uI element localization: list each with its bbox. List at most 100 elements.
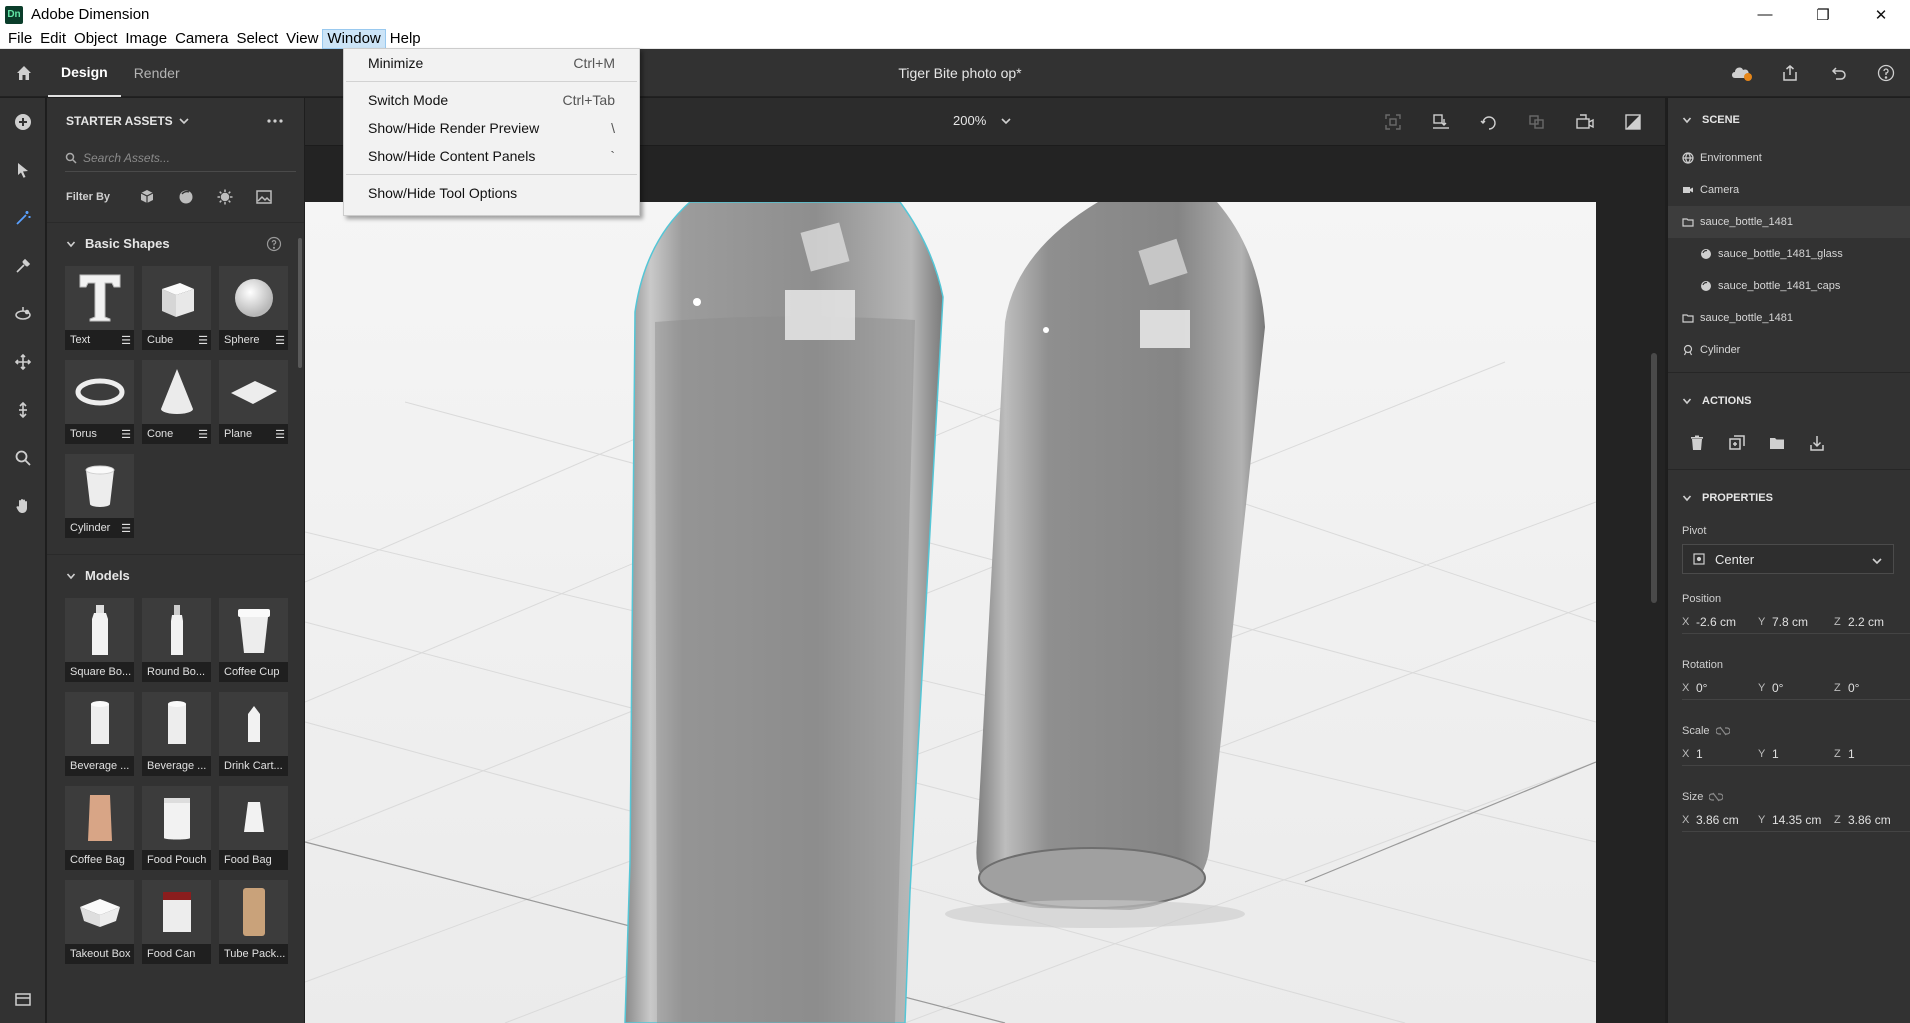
menu-item-render-preview[interactable]: Show/Hide Render Preview \ [344,114,639,142]
sliders-icon[interactable]: ☰ [198,428,208,441]
unlink-icon[interactable] [1715,726,1730,736]
asset-tile-food-pouch[interactable]: Food Pouch [142,786,211,870]
trash-icon[interactable] [1688,434,1706,452]
asset-tile-beverage-1[interactable]: Beverage ... [65,692,134,776]
material-filter-icon[interactable] [177,188,195,206]
dolly-tool[interactable] [0,386,46,434]
export-icon[interactable] [1808,434,1826,452]
minimize-window-button[interactable]: — [1736,0,1794,29]
sliders-icon[interactable]: ☰ [198,334,208,347]
magic-wand-tool[interactable] [0,194,46,242]
asset-tile-plane[interactable]: Plane ☰ [219,360,288,444]
unlink-icon[interactable] [1709,792,1724,802]
group-button[interactable] [1513,98,1561,146]
scale-y-field[interactable]: Y1 [1758,742,1834,766]
asset-tile-beverage-2[interactable]: Beverage ... [142,692,211,776]
image-filter-icon[interactable] [255,188,273,206]
scene-item-group-2[interactable]: sauce_bottle_1481 [1668,302,1910,334]
asset-tile-text[interactable]: Text ☰ [65,266,134,350]
scene-item-caps[interactable]: sauce_bottle_1481_caps [1668,270,1910,302]
pan-tool[interactable] [0,338,46,386]
more-options-icon[interactable] [266,112,284,130]
position-z-field[interactable]: Z 2.2 cm [1834,610,1910,634]
menu-item-minimize[interactable]: Minimize Ctrl+M [344,49,639,77]
cloud-sync-button[interactable] [1718,49,1766,97]
group-folder-icon[interactable] [1768,434,1786,452]
close-window-button[interactable]: ✕ [1852,0,1910,29]
menu-select[interactable]: Select [232,29,282,49]
help-button[interactable] [1862,49,1910,97]
sample-tool[interactable] [0,242,46,290]
menu-image[interactable]: Image [121,29,171,49]
asset-tile-tube-pack[interactable]: Tube Pack... [219,880,288,964]
share-button[interactable] [1766,49,1814,97]
sliders-icon[interactable]: ☰ [121,428,131,441]
menu-item-tool-options[interactable]: Show/Hide Tool Options [344,179,639,207]
hand-tool[interactable] [0,482,46,530]
models-section-header[interactable]: Models [47,554,304,596]
size-z-field[interactable]: Z 3.86 cm [1834,808,1910,832]
rotation-z-field[interactable]: Z 0° [1834,676,1910,700]
render-preview-button[interactable] [1609,98,1657,146]
orbit-tool[interactable] [0,290,46,338]
assets-header[interactable]: STARTER ASSETS [47,98,304,144]
asset-tile-drink-carton[interactable]: Drink Cart... [219,692,288,776]
help-icon[interactable] [266,236,282,252]
asset-tile-takeout-box[interactable]: Takeout Box [65,880,134,964]
asset-tile-cube[interactable]: Cube ☰ [142,266,211,350]
pivot-select[interactable]: Center [1682,544,1894,574]
light-filter-icon[interactable] [216,188,234,206]
zoom-tool[interactable] [0,434,46,482]
asset-tile-food-bag[interactable]: Food Bag [219,786,288,870]
tab-design[interactable]: Design [48,49,121,97]
position-y-field[interactable]: Y 7.8 cm [1758,610,1834,634]
menu-file[interactable]: File [4,29,36,49]
scene-section-header[interactable]: SCENE [1668,98,1910,142]
size-x-field[interactable]: X 3.86 cm [1682,808,1758,832]
scale-z-field[interactable]: Z1 [1834,742,1910,766]
properties-section-header[interactable]: PROPERTIES [1668,476,1910,520]
menu-help[interactable]: Help [386,29,425,49]
assets-scrollbar[interactable] [298,238,302,368]
scene-item-cylinder[interactable]: Cylinder [1668,334,1910,366]
asset-tile-sphere[interactable]: Sphere ☰ [219,266,288,350]
asset-tile-cone[interactable]: Cone ☰ [142,360,211,444]
scene-item-glass[interactable]: sauce_bottle_1481_glass [1668,238,1910,270]
viewport-scrollbar[interactable] [1651,353,1657,603]
rotation-y-field[interactable]: Y 0° [1758,676,1834,700]
scene-item-camera[interactable]: Camera [1668,174,1910,206]
sliders-icon[interactable]: ☰ [275,334,285,347]
scale-x-field[interactable]: X1 [1682,742,1758,766]
scene-item-group-1[interactable]: sauce_bottle_1481 [1668,206,1910,238]
frame-selection-button[interactable] [1369,98,1417,146]
menu-edit[interactable]: Edit [36,29,70,49]
select-tool[interactable] [0,146,46,194]
asset-tile-coffee-cup[interactable]: Coffee Cup [219,598,288,682]
asset-tile-food-can[interactable]: Food Can [142,880,211,964]
actions-section-header[interactable]: ACTIONS [1668,379,1910,423]
sliders-icon[interactable]: ☰ [121,334,131,347]
add-tool[interactable] [0,98,46,146]
collapse-panels-button[interactable] [0,975,46,1023]
sliders-icon[interactable]: ☰ [121,522,131,535]
basic-shapes-section-header[interactable]: Basic Shapes [47,222,304,264]
asset-tile-torus[interactable]: Torus ☰ [65,360,134,444]
menu-camera[interactable]: Camera [171,29,232,49]
align-to-ground-button[interactable] [1417,98,1465,146]
asset-tile-round-bottle[interactable]: Round Bo... [142,598,211,682]
menu-window[interactable]: Window [322,28,386,49]
asset-tile-square-bottle[interactable]: Square Bo... [65,598,134,682]
zoom-control[interactable]: 200% [953,113,1012,128]
duplicate-icon[interactable] [1728,434,1746,452]
camera-bookmark-button[interactable] [1561,98,1609,146]
rotate-selection-button[interactable] [1465,98,1513,146]
asset-tile-coffee-bag[interactable]: Coffee Bag [65,786,134,870]
sliders-icon[interactable]: ☰ [275,428,285,441]
menu-object[interactable]: Object [70,29,121,49]
tab-render[interactable]: Render [121,49,193,97]
search-assets-input[interactable]: Search Assets... [65,144,296,172]
position-x-field[interactable]: X -2.6 cm [1682,610,1758,634]
menu-item-switch-mode[interactable]: Switch Mode Ctrl+Tab [344,86,639,114]
asset-tile-cylinder[interactable]: Cylinder ☰ [65,454,134,538]
menu-view[interactable]: View [282,29,322,49]
